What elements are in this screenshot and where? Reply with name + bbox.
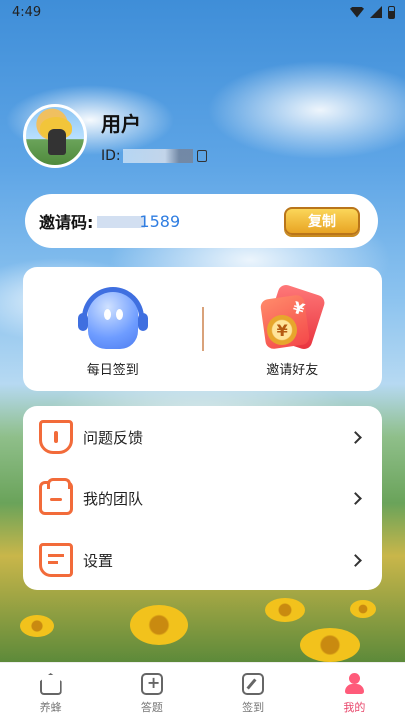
ghost-headphones-icon [77, 283, 148, 353]
username: 用户 [101, 112, 141, 136]
nav-label: 签到 [242, 701, 265, 714]
feature-label: 每日签到 [86, 363, 139, 378]
feedback-icon [39, 420, 73, 454]
status-time: 4:49 [12, 4, 42, 20]
feature-label: 邀请好友 [266, 363, 319, 378]
flower-decoration [130, 605, 188, 645]
home-icon [39, 673, 62, 695]
flower-decoration [350, 600, 376, 618]
nav-tab-beekeeping[interactable]: 养蜂 [0, 663, 101, 720]
menu-item-label: 问题反馈 [83, 428, 144, 447]
feature-card: 每日签到 ¥ ¥ 邀请好友 [23, 267, 382, 391]
copy-id-icon[interactable] [196, 150, 207, 162]
copy-invite-button[interactable]: 复制 [284, 207, 360, 235]
nav-tab-me[interactable]: 我的 [304, 663, 405, 720]
settings-icon [39, 543, 73, 577]
avatar[interactable] [23, 104, 87, 168]
nav-tab-sign-in[interactable]: 签到 [203, 663, 304, 720]
invite-code-value: 1589 [97, 212, 180, 231]
battery-icon [388, 5, 395, 19]
quiz-icon [140, 673, 163, 695]
menu-item-my-team[interactable]: 我的团队 [23, 468, 382, 528]
nav-label: 答题 [140, 701, 163, 714]
chevron-right-icon [349, 430, 362, 444]
menu-item-label: 我的团队 [83, 489, 144, 508]
user-id: ID: [101, 148, 207, 164]
chevron-right-icon [349, 553, 362, 567]
nav-label: 养蜂 [39, 701, 62, 714]
user-id-value-masked [122, 149, 193, 163]
sign-in-icon [242, 673, 265, 695]
status-bar: 4:49 [0, 0, 405, 24]
menu-item-label: 设置 [83, 551, 114, 570]
team-icon [39, 478, 73, 515]
flower-decoration [20, 615, 54, 637]
menu-list: 问题反馈 我的团队 设置 [23, 406, 382, 590]
status-icons [350, 5, 395, 19]
menu-item-settings[interactable]: 设置 [23, 530, 382, 590]
invite-code-card: 邀请码: 1589 复制 [25, 194, 378, 248]
flower-decoration [265, 598, 305, 622]
signal-icon [370, 6, 382, 18]
flower-decoration [300, 628, 360, 662]
chevron-right-icon [349, 491, 362, 505]
profile-icon [343, 673, 365, 695]
feature-daily-sign-in[interactable]: 每日签到 [23, 267, 203, 391]
menu-item-feedback[interactable]: 问题反馈 [23, 407, 382, 467]
feature-invite-friends[interactable]: ¥ ¥ 邀请好友 [203, 267, 383, 391]
nav-tab-quiz[interactable]: 答题 [101, 663, 202, 720]
nav-label: 我的 [343, 701, 366, 714]
bottom-nav: 养蜂 答题 签到 我的 [0, 662, 405, 720]
invite-code-label: 邀请码: [39, 213, 94, 232]
red-packet-icon: ¥ ¥ [257, 282, 327, 353]
wifi-icon [350, 6, 364, 18]
user-id-label: ID: [101, 148, 121, 164]
feature-divider [202, 307, 204, 351]
